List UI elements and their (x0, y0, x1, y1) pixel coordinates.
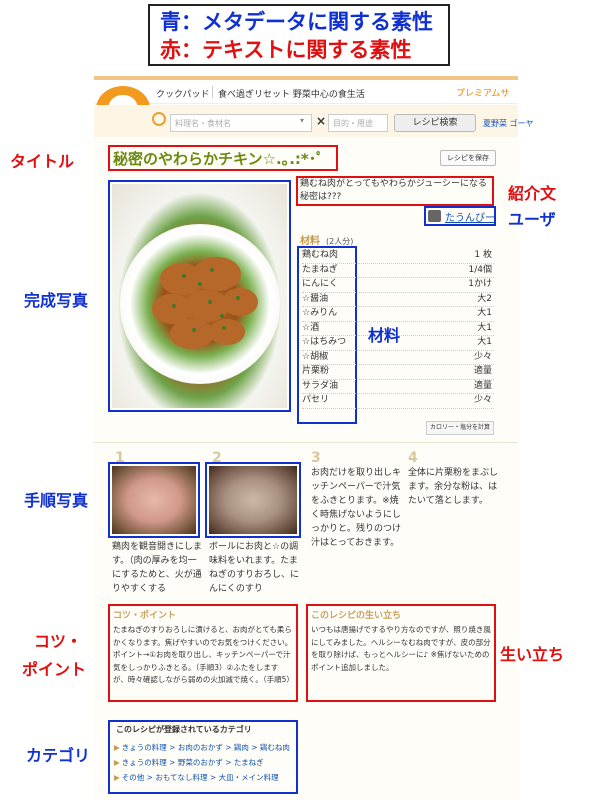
ingredient-qty: 大1 (477, 308, 492, 318)
ingredient-row: にんにく 1かけ (302, 278, 494, 293)
ingredient-name: ☆みりん (302, 308, 338, 318)
category-path[interactable]: きょうの料理 > お肉のおかず > 鶏肉 > 鶏むね肉 (122, 743, 290, 752)
category-path[interactable]: その他 > おもてなし料理 > 大皿・メイン料理 (122, 773, 279, 782)
recipe-intro: 鶏むね肉がとってもやわらかジューシーになる秘密は??? (300, 179, 488, 202)
premium-link[interactable]: プレミアムサ (456, 86, 509, 99)
category-item[interactable]: ▶ その他 > おもてなし料理 > 大皿・メイン料理 (114, 770, 296, 785)
ingredient-name: ☆胡椒 (302, 351, 329, 362)
user-avatar-icon[interactable] (428, 210, 441, 222)
ingredient-qty: 適量 (473, 380, 492, 391)
servings: (2人分) (326, 237, 354, 246)
step2-text: ボールにお肉と☆の調味料をいれます。たまねぎのすりおろし、にんにくのすり (209, 542, 300, 594)
ingredient-qty: 少々 (473, 395, 492, 405)
ingredient-row: ☆みりん 大1 (302, 307, 494, 322)
ingredient-qty: 適量 (473, 366, 492, 376)
category-item[interactable]: ▶ きょうの料理 > お肉のおかず > 鶏肉 > 鶏むね肉 (114, 740, 296, 755)
legend-box: 青：メタデータに関する素性 赤：テキストに関する素性 (148, 4, 450, 66)
ingredient-qty: 1/4個 (468, 264, 493, 275)
step1-text: 鶏肉を観音開きにします。（肉の厚みを均一にするためと、火が通りやすくする (112, 542, 202, 594)
purpose-search-input[interactable]: 目的・用途 (328, 114, 388, 132)
save-recipe-button[interactable]: レシピを保存 (440, 150, 496, 166)
annotation-tips-line2: ポイント (22, 660, 87, 679)
ingredient-row: 鶏むね肉 1 枚 (302, 249, 494, 264)
close-icon[interactable]: × (316, 114, 326, 128)
story-text: いつもは唐揚げでするやり方なのですが、照り焼き風にしてみました。ヘルシーなむね肉… (311, 625, 491, 672)
category-item[interactable]: ▶ きょうの料理 > 野菜のおかず > たまねぎ (114, 755, 296, 770)
ingredient-row: パセリ 少々 (302, 394, 494, 409)
tips-text: たまねぎのすりおろしに漬けると、お肉がとても柔らかくなります。焦げやすいのでお気… (113, 625, 294, 684)
step3-text: お肉だけを取り出しキッチンペーパーで汁気をふきとります。※焼く時焦げないようにし… (311, 468, 402, 548)
annotation-ingredients: 材料 (368, 326, 401, 345)
ingredient-row: 片栗粉 適量 (302, 365, 494, 380)
keyword-search-input[interactable]: 料理名・食材名 (170, 114, 312, 132)
ingredient-name: サラダ油 (302, 380, 339, 391)
step-number: 3 (311, 450, 321, 466)
ingredient-qty: 1かけ (468, 279, 492, 289)
ingredient-name: にんにく (302, 279, 338, 289)
category-title: このレシピが登録されているカテゴリ (116, 725, 252, 734)
legend-blue-line: 青：メタデータに関する素性 (160, 10, 433, 34)
ingredient-row: ☆醤油 大2 (302, 293, 494, 307)
annotation-title: タイトル (10, 152, 75, 171)
finished-dish-photo[interactable] (112, 184, 287, 408)
ingredient-row: たまねぎ 1/4個 (302, 264, 494, 278)
annotation-photo: 完成写真 (24, 291, 89, 310)
ingredient-qty: 大1 (477, 322, 492, 333)
step1-photo[interactable] (112, 466, 196, 534)
ingredient-qty: 1 枚 (474, 250, 492, 260)
annotation-category: カテゴリ (26, 746, 91, 765)
step2-photo[interactable] (209, 466, 297, 534)
ingredients-heading: 材料 (2人分) (300, 232, 353, 247)
ingredient-name: ☆醤油 (302, 293, 329, 304)
annotation-tips-line1: コツ・ (34, 632, 83, 651)
annotation-step-photo: 手順写真 (24, 491, 89, 510)
category-path[interactable]: きょうの料理 > 野菜のおかず > たまねぎ (122, 758, 264, 767)
triangle-right-icon: ▶ (114, 773, 120, 782)
recipe-search-button[interactable]: レシピ検索 (394, 114, 476, 132)
ingredient-row: サラダ油 適量 (302, 380, 494, 394)
ingredient-qty: 大1 (477, 337, 492, 347)
ingredient-qty: 大2 (477, 293, 492, 304)
calorie-calc-button[interactable]: カロリー・塩分を計算 (426, 421, 494, 435)
tips-title: コツ・ポイント (113, 611, 177, 621)
ingredient-name: パセリ (302, 395, 330, 405)
ingredient-qty: 少々 (473, 351, 492, 362)
annotation-intro: 紹介文 (508, 184, 557, 203)
recipe-title: 秘密のやわらかチキン☆.｡.:*･ﾟ (113, 150, 324, 168)
ingredient-name: たまねぎ (302, 264, 338, 275)
story-title: このレシピの生い立ち (311, 611, 402, 621)
ingredient-name: ☆はちみつ (302, 337, 347, 347)
step4-text: 全体に片栗粉をまぶします。余分な粉は、はたいて落とします。 (408, 468, 499, 506)
legend-red-line: 赤：テキストに関する素性 (160, 38, 412, 62)
header-divider (212, 86, 213, 98)
site-name[interactable]: クックパッド (156, 87, 210, 100)
chevron-down-icon[interactable]: ▾ (300, 116, 304, 125)
ingredient-name: 片栗粉 (302, 366, 330, 376)
search-icon (152, 112, 166, 126)
ingredient-name: ☆酒 (302, 322, 320, 333)
steps-divider (94, 442, 518, 443)
keyword-tags[interactable]: 夏野菜 ゴーヤ (483, 118, 534, 129)
category-list: ▶ きょうの料理 > お肉のおかず > 鶏肉 > 鶏むね肉 ▶ きょうの料理 > 野… (114, 740, 296, 785)
header-catchcopy[interactable]: 食べ過ぎリセット 野菜中心の食生活 (218, 87, 365, 100)
annotation-user: ユーザ (508, 210, 556, 229)
annotation-story: 生い立ち (500, 645, 565, 664)
step-number: 4 (408, 450, 418, 466)
author-link[interactable]: たうんぴー (445, 209, 495, 224)
ingredient-name: 鶏むね肉 (302, 250, 339, 260)
ingredient-row: ☆胡椒 少々 (302, 351, 494, 365)
triangle-right-icon: ▶ (114, 743, 120, 752)
triangle-right-icon: ▶ (114, 758, 120, 767)
